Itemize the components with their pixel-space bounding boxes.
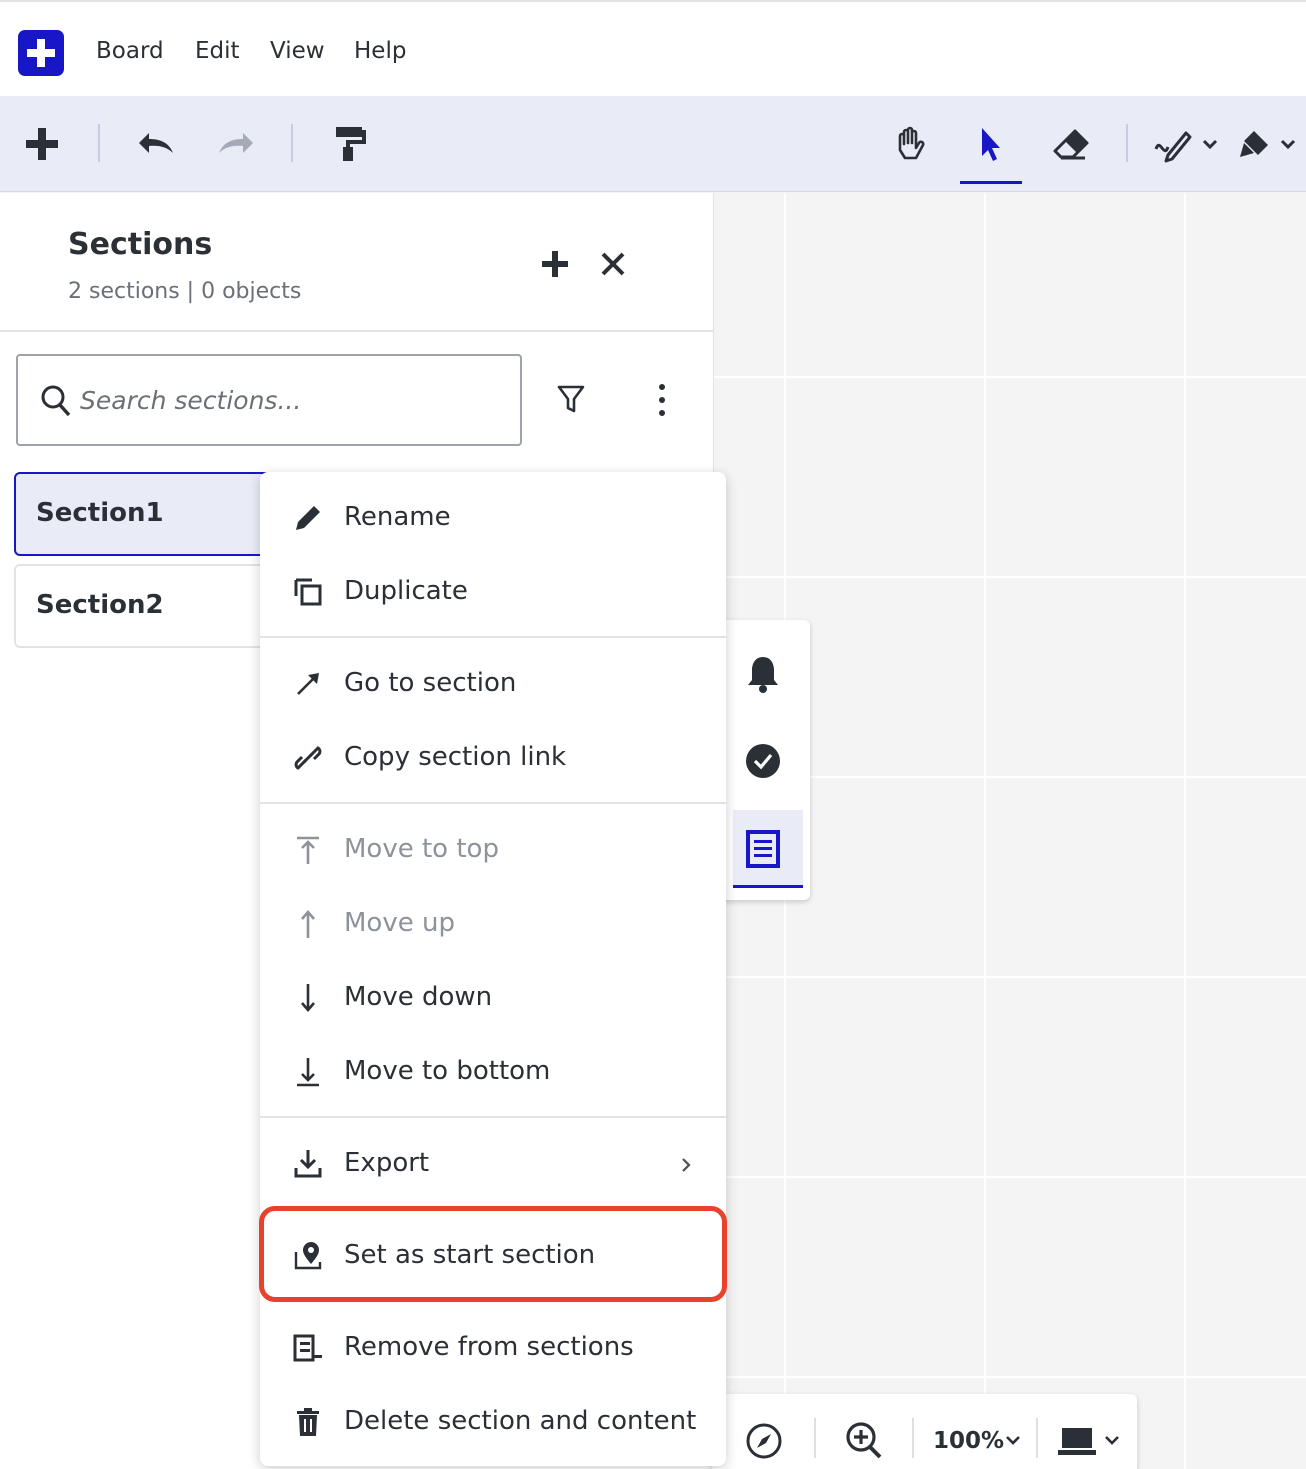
eraser-icon[interactable] [1050,124,1092,166]
menu-item-copy-section-link[interactable]: Copy section link [260,728,726,788]
pencil-icon [292,502,324,534]
menu-divider [260,802,726,804]
remove-list-icon [292,1332,324,1364]
search-icon [40,384,72,418]
panel-subtitle: 2 sections | 0 objects [68,279,302,304]
menu-item-label: Move down [344,982,493,1012]
menu-item-delete-section-and-content[interactable]: Delete section and content [260,1392,726,1452]
toolbar [0,96,1306,192]
panel-title: Sections [68,227,213,262]
bottom-divider [1036,1418,1038,1458]
move-to-top-icon [292,834,324,866]
toolbar-divider [1126,124,1128,162]
hand-icon[interactable] [890,124,932,166]
menu-item-label: Copy section link [344,742,567,772]
menubar: Board Edit View Help [0,0,1306,96]
search-input[interactable] [80,378,500,422]
add-icon[interactable] [22,124,62,164]
laptop-icon[interactable] [1056,1424,1098,1458]
select-tool-active-bg [951,8,1031,94]
menu-item-label: Duplicate [344,576,468,606]
duplicate-icon [292,576,324,608]
menu-divider [260,1116,726,1118]
section-item-label: Section1 [36,498,164,528]
menu-item-label: Remove from sections [344,1332,634,1362]
check-circle-icon[interactable] [744,742,782,780]
search-box [16,354,522,446]
toolbar-divider [291,124,293,162]
section-item-label: Section2 [36,590,164,620]
menu-item-label: Go to section [344,668,517,698]
menu-view[interactable]: View [270,38,325,64]
menu-board[interactable]: Board [96,38,164,64]
select-pointer-icon[interactable] [970,122,1010,166]
trash-icon [292,1406,324,1438]
arrow-up-right-icon [292,668,324,700]
menu-item-label: Move to bottom [344,1056,551,1086]
select-tool-underline [960,181,1022,184]
menu-item-label: Move up [344,908,455,938]
toolbar-divider [98,124,100,162]
menu-item-move-to-bottom[interactable]: Move to bottom [260,1042,726,1102]
menu-item-move-down[interactable]: Move down [260,968,726,1028]
sections-list-icon[interactable] [746,830,780,868]
zoom-level[interactable]: 100% [933,1428,1004,1454]
menu-item-label: Move to top [344,834,499,864]
chevron-down-icon[interactable] [1004,1432,1022,1448]
arrow-down-icon [292,982,324,1014]
filter-icon[interactable] [556,383,590,419]
menu-divider [260,636,726,638]
move-to-bottom-icon [292,1056,324,1088]
arrow-up-icon [292,908,324,940]
bottom-divider [814,1418,816,1458]
menu-item-duplicate[interactable]: Duplicate [260,562,726,622]
menu-item-export[interactable]: Export [260,1134,726,1194]
chevron-right-icon [678,1154,694,1176]
menu-item-label: Delete section and content [344,1406,697,1436]
link-icon [292,742,324,774]
more-options-icon[interactable] [652,381,672,421]
menu-edit[interactable]: Edit [195,38,240,64]
bell-icon[interactable] [744,654,782,694]
start-location-icon [292,1240,324,1272]
highlighter-icon[interactable] [1232,124,1302,166]
compass-icon[interactable] [745,1422,783,1460]
format-painter-icon[interactable] [330,124,370,164]
menu-item-move-to-top[interactable]: Move to top [260,820,726,880]
download-icon [292,1148,324,1180]
menu-help[interactable]: Help [354,38,406,64]
add-section-icon[interactable] [540,249,576,285]
menu-item-label: Export [344,1148,430,1178]
undo-icon[interactable] [134,126,176,162]
close-icon[interactable] [600,251,630,281]
zoom-in-icon[interactable] [844,1420,884,1460]
chevron-down-icon[interactable] [1103,1432,1121,1448]
pen-icon[interactable] [1150,124,1220,166]
menu-item-label: Set as start section [344,1240,596,1270]
app-logo-icon[interactable] [18,30,64,76]
menu-item-label: Rename [344,502,451,532]
panel-divider [0,330,714,332]
redo-icon[interactable] [216,126,258,162]
menu-item-go-to-section[interactable]: Go to section [260,654,726,714]
menu-item-rename[interactable]: Rename [260,488,726,548]
menu-item-move-up[interactable]: Move up [260,894,726,954]
bottom-divider [912,1418,914,1458]
menu-item-remove-from-sections[interactable]: Remove from sections [260,1318,726,1378]
menu-item-set-as-start-section[interactable]: Set as start section [260,1226,726,1286]
